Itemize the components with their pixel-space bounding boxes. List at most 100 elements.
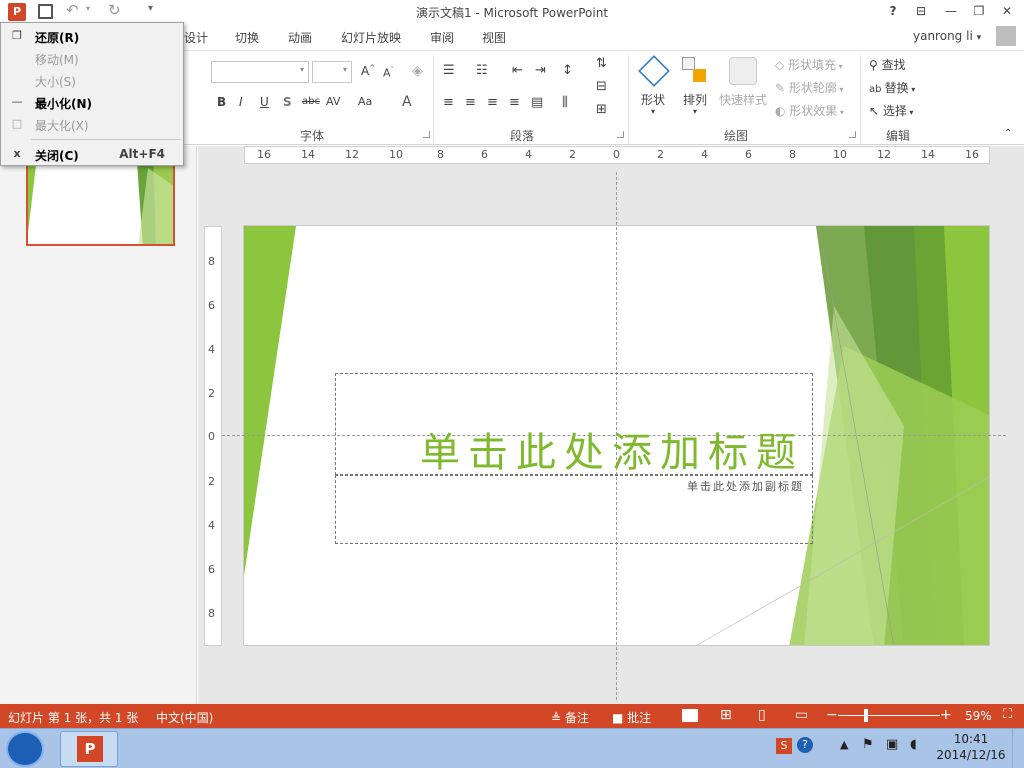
ime-icon[interactable]: S xyxy=(776,738,792,754)
tab-design[interactable]: 设计 xyxy=(184,29,208,46)
normal-view-icon[interactable] xyxy=(680,707,700,724)
zoom-slider-track[interactable] xyxy=(838,715,940,716)
paragraph-dialog-launcher-icon[interactable] xyxy=(617,131,624,138)
group-divider xyxy=(433,55,434,143)
strikethrough-button[interactable]: abc xyxy=(302,96,320,107)
powerpoint-app-icon[interactable]: P xyxy=(8,3,26,21)
font-name-combo[interactable]: ▾ xyxy=(211,61,309,83)
reading-view-icon[interactable]: ▯ xyxy=(758,707,766,723)
char-spacing-button[interactable]: AV xyxy=(326,95,340,108)
slide-sorter-icon[interactable]: ⊞ xyxy=(720,707,732,723)
menu-item-minimize[interactable]: — 最小化(N) xyxy=(1,91,183,113)
slide-subtitle-text[interactable]: 单击此处添加副标题 xyxy=(687,478,804,494)
slide-title-text[interactable]: 单击此处添加标题 xyxy=(420,420,804,478)
horizontal-ruler[interactable]: 16 14 12 10 8 6 4 2 0 2 4 6 8 10 12 14 1… xyxy=(244,146,990,164)
shapes-button[interactable]: 形状 xyxy=(641,91,665,108)
align-text-icon[interactable]: ⊟ xyxy=(596,79,607,94)
slideshow-icon[interactable]: ▭ xyxy=(795,707,808,723)
help-tray-icon[interactable]: ? xyxy=(797,737,813,753)
vertical-ruler[interactable]: 8 6 4 2 0 2 4 6 8 xyxy=(204,226,222,646)
show-desktop-button[interactable] xyxy=(1012,729,1024,768)
language-status[interactable]: 中文(中国) xyxy=(156,709,213,726)
font-dialog-launcher-icon[interactable] xyxy=(423,131,430,138)
menu-item-restore[interactable]: ❐ 还原(R) xyxy=(1,25,183,47)
flag-icon[interactable]: ⚑ xyxy=(862,737,874,752)
zoom-in-icon[interactable]: + xyxy=(940,707,952,723)
menu-item-close[interactable]: x 关闭(C) Alt+F4 xyxy=(1,143,183,165)
quick-styles-button[interactable]: 快速样式 xyxy=(719,91,767,108)
start-button[interactable] xyxy=(6,731,44,767)
menu-item-size[interactable]: 大小(S) xyxy=(1,69,183,91)
italic-button[interactable]: I xyxy=(239,95,243,109)
font-size-combo[interactable]: ▾ xyxy=(312,61,352,83)
columns-icon[interactable]: ⫼ xyxy=(562,95,568,110)
bold-button[interactable]: B xyxy=(217,95,226,109)
close-button[interactable]: ✕ xyxy=(996,2,1018,20)
tab-review[interactable]: 审阅 xyxy=(430,29,454,46)
zoom-slider-handle[interactable] xyxy=(864,709,868,722)
justify-icon[interactable]: ≡ xyxy=(509,95,520,110)
network-icon[interactable]: ▣ xyxy=(886,737,898,752)
zoom-level[interactable]: 59% xyxy=(965,709,992,723)
align-left-icon[interactable]: ≡ xyxy=(443,95,454,110)
clear-format-icon[interactable]: ◈ xyxy=(412,63,423,79)
text-direction-icon[interactable]: ⇅ xyxy=(596,56,607,71)
chevron-down-icon: ▾ xyxy=(836,85,844,94)
change-case-button[interactable]: Aa xyxy=(358,95,372,108)
bullets-icon[interactable]: ☰ xyxy=(443,63,455,78)
line-spacing-icon[interactable]: ↕ xyxy=(562,63,573,78)
tab-animations[interactable]: 动画 xyxy=(288,29,312,46)
shapes-icon[interactable] xyxy=(638,55,670,87)
text-shadow-button[interactable]: S xyxy=(283,95,292,109)
select-button[interactable]: ↖ 选择 ▾ xyxy=(869,102,913,119)
slide-count-status[interactable]: 幻灯片 第 1 张，共 1 张 xyxy=(8,709,138,726)
shrink-font-icon[interactable]: Aˇ xyxy=(383,66,394,80)
minimize-button[interactable]: — xyxy=(940,2,962,20)
zoom-out-icon[interactable]: − xyxy=(826,707,838,723)
comments-button[interactable]: ■ 批注 xyxy=(612,709,651,726)
taskbar-clock[interactable]: 10:41 2014/12/16 xyxy=(936,731,1006,763)
numbering-icon[interactable]: ☷ xyxy=(476,63,488,78)
redo-icon[interactable]: ↻ xyxy=(108,1,121,19)
underline-button[interactable]: U xyxy=(260,95,269,109)
replace-button[interactable]: ab 替换 ▾ xyxy=(869,79,915,96)
decrease-indent-icon[interactable]: ⇤ xyxy=(512,63,523,78)
arrange-button[interactable]: 排列 xyxy=(683,91,707,108)
customize-qat-icon[interactable]: ▾ xyxy=(148,3,153,14)
account-user-name[interactable]: yanrong li ▾ xyxy=(913,29,981,43)
help-button[interactable]: ? xyxy=(882,2,904,20)
smartart-icon[interactable]: ⊞ xyxy=(596,102,607,117)
arrange-icon[interactable] xyxy=(682,57,708,85)
maximize-button[interactable]: ❐ xyxy=(968,2,990,20)
align-center-icon[interactable]: ≡ xyxy=(465,95,476,110)
tab-transitions[interactable]: 切换 xyxy=(235,29,259,46)
save-icon[interactable] xyxy=(38,4,53,19)
shape-fill-button[interactable]: ◇ 形状填充 ▾ xyxy=(775,56,843,73)
distribute-icon[interactable]: ▤ xyxy=(531,95,543,110)
ribbon-display-options-button[interactable]: ⊟ xyxy=(910,2,932,20)
undo-icon[interactable]: ↶ xyxy=(66,1,79,19)
align-right-icon[interactable]: ≡ xyxy=(487,95,498,110)
tab-slideshow[interactable]: 幻灯片放映 xyxy=(341,29,401,46)
ruler-label: 8 xyxy=(437,148,444,161)
shape-effects-button[interactable]: ◐ 形状效果 ▾ xyxy=(775,102,844,119)
avatar[interactable] xyxy=(996,26,1016,46)
shape-outline-button[interactable]: ✎ 形状轮廓 ▾ xyxy=(775,79,843,96)
increase-indent-icon[interactable]: ⇥ xyxy=(535,63,546,78)
undo-dropdown-icon[interactable]: ▾ xyxy=(86,4,90,13)
quick-styles-icon[interactable] xyxy=(729,57,757,85)
taskbar-powerpoint-button[interactable]: P xyxy=(60,731,118,767)
volume-icon[interactable]: ◖ xyxy=(910,737,917,752)
fit-to-window-icon[interactable]: ⛶ xyxy=(1003,707,1012,722)
notes-button[interactable]: ≜ 备注 xyxy=(551,709,589,726)
font-color-button[interactable]: A xyxy=(402,94,412,110)
find-button[interactable]: ⚲ 查找 xyxy=(869,56,906,73)
grow-font-icon[interactable]: A^ xyxy=(361,64,375,78)
tab-view[interactable]: 视图 xyxy=(482,29,506,46)
powerpoint-taskbar-icon: P xyxy=(77,736,103,762)
tray-expand-icon[interactable]: ▲ xyxy=(840,738,848,751)
collapse-ribbon-icon[interactable]: ⌃ xyxy=(1004,128,1012,139)
menu-item-maximize[interactable]: □ 最大化(X) xyxy=(1,113,183,135)
drawing-dialog-launcher-icon[interactable] xyxy=(849,131,856,138)
menu-item-move[interactable]: 移动(M) xyxy=(1,47,183,69)
